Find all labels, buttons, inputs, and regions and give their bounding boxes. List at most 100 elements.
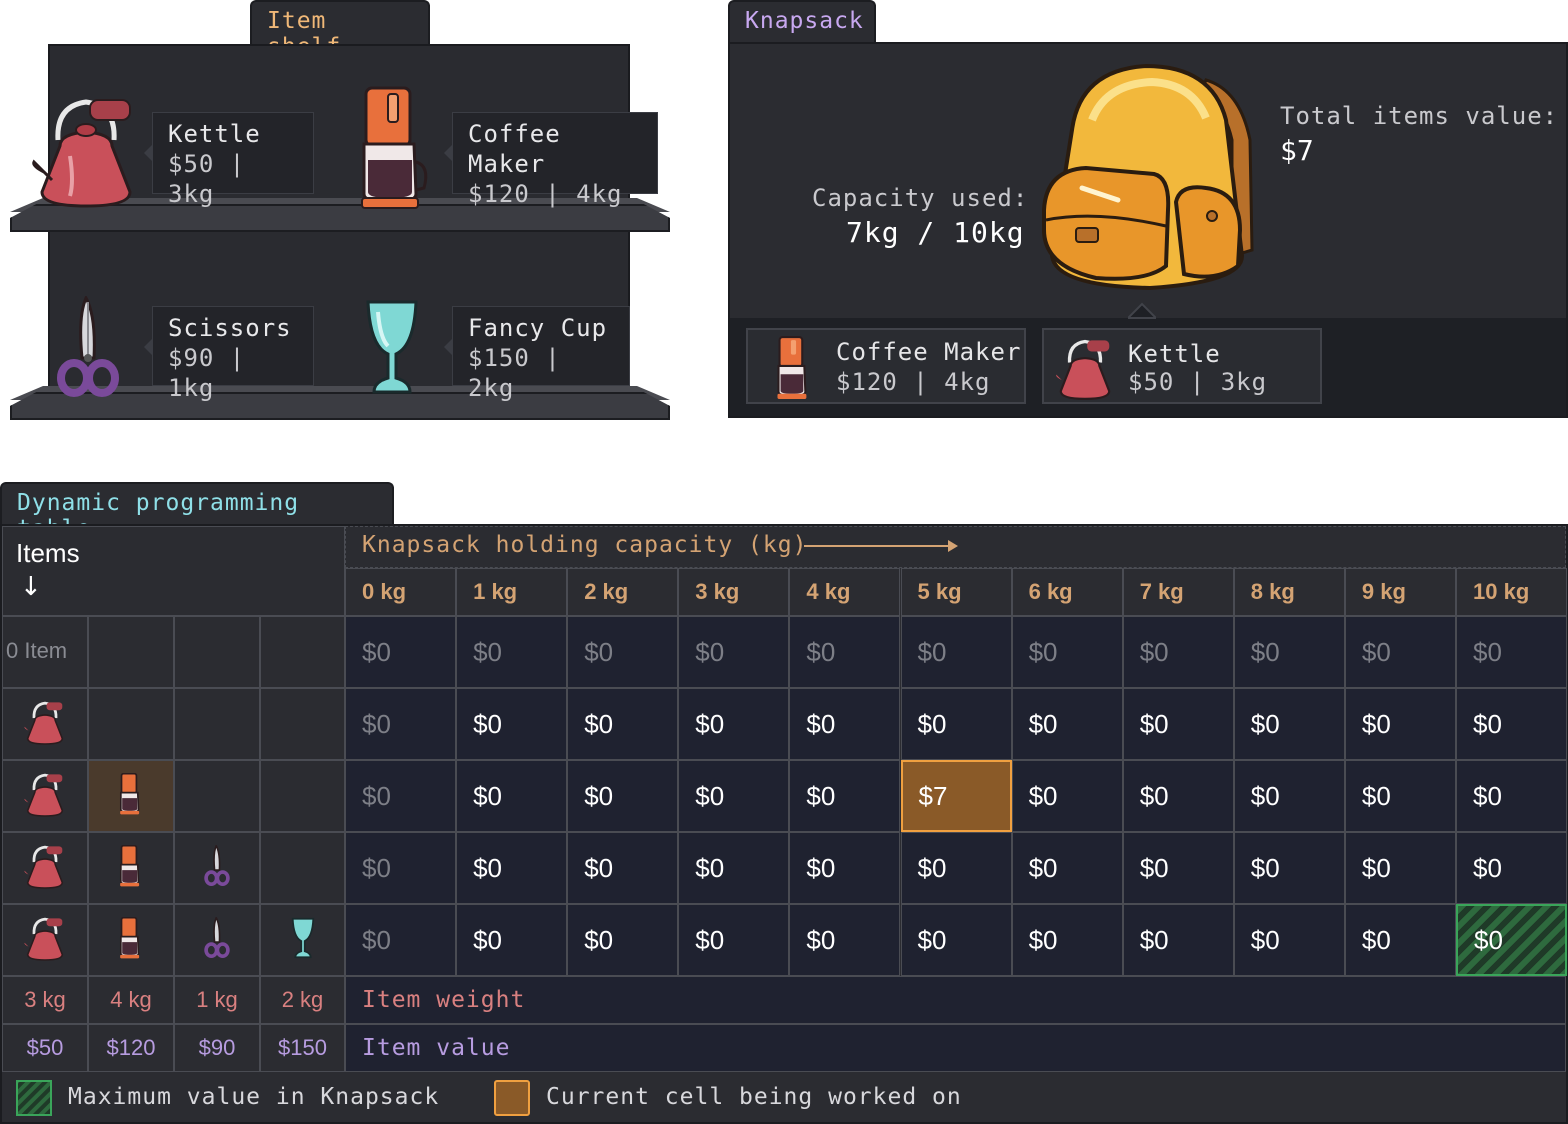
dp-cell[interactable]: $0 <box>900 688 1012 760</box>
dp-cell[interactable]: $0 <box>900 616 1012 688</box>
dp-cell[interactable]: $0 <box>789 616 901 688</box>
dp-cell[interactable]: $0 <box>900 832 1012 904</box>
shelf-item-fancy-cup[interactable]: Fancy Cup $150 | 2kg <box>444 306 630 402</box>
dp-cell[interactable]: $0 <box>1122 616 1234 688</box>
legend-current-label: Current cell being worked on <box>546 1084 962 1110</box>
dp-cell[interactable]: $0 <box>345 688 457 760</box>
dp-cell[interactable]: $0 <box>456 832 568 904</box>
dp-cell[interactable]: $0 <box>789 832 901 904</box>
dp-cell[interactable]: $0 <box>345 904 457 976</box>
item-cell-empty <box>260 616 345 688</box>
item-cell <box>2 688 88 760</box>
dp-cell[interactable]: $0 <box>456 904 568 976</box>
dp-cell[interactable]: $0 <box>1233 760 1345 832</box>
dp-cell[interactable]: $0 <box>1344 616 1456 688</box>
dp-cell[interactable]: $0 <box>1233 616 1345 688</box>
dp-cell[interactable]: $0 <box>1344 688 1456 760</box>
dp-cell[interactable]: $0 <box>567 832 679 904</box>
dp-cell[interactable]: $0 <box>789 760 901 832</box>
dp-cell[interactable]: $0 <box>345 616 457 688</box>
total-value-label: Total items value: <box>1280 102 1559 130</box>
dp-cell[interactable]: $0 <box>789 904 901 976</box>
knapsack-item-kettle[interactable]: Kettle $50 | 3kg <box>1042 328 1322 404</box>
item-cell <box>88 832 174 904</box>
shelf-item-name: Fancy Cup <box>468 314 608 342</box>
dp-cell-max[interactable]: $0 <box>1456 904 1568 976</box>
kettle-icon <box>1056 339 1111 400</box>
dp-cell[interactable]: $0 <box>678 616 790 688</box>
dp-cell[interactable]: $0 <box>1456 832 1568 904</box>
dp-cell[interactable]: $0 <box>567 904 679 976</box>
dp-cell[interactable]: $0 <box>456 616 568 688</box>
dp-cell[interactable]: $0 <box>1011 616 1123 688</box>
capacity-column-header: 10 kg <box>1456 568 1568 616</box>
dp-cell[interactable]: $0 <box>1233 688 1345 760</box>
dp-cell[interactable]: $0 <box>1011 760 1123 832</box>
dp-cell[interactable]: $0 <box>1122 904 1234 976</box>
dp-cell[interactable]: $0 <box>1233 904 1345 976</box>
dp-cell[interactable]: $0 <box>1456 616 1568 688</box>
dp-cell[interactable]: $0 <box>678 760 790 832</box>
dp-cell[interactable]: $0 <box>1344 904 1456 976</box>
dp-cell[interactable]: $0 <box>1456 760 1568 832</box>
item-cell <box>88 760 174 832</box>
shelf-item-name: Scissors <box>168 314 292 342</box>
fancy-cup-icon <box>291 917 315 963</box>
row0-label: 0 Item <box>6 638 68 663</box>
knapsack-item-detail: $50 | 3kg <box>1128 368 1267 396</box>
dp-cell[interactable]: $0 <box>1233 832 1345 904</box>
capacity-column-header: 7 kg <box>1122 568 1234 616</box>
dp-cell[interactable]: $0 <box>1456 688 1568 760</box>
dp-cell[interactable]: $0 <box>678 688 790 760</box>
dp-cell[interactable]: $0 <box>1344 832 1456 904</box>
dp-cell[interactable]: $0 <box>1122 832 1234 904</box>
dp-cell[interactable]: $0 <box>1122 760 1234 832</box>
dp-cell[interactable]: $0 <box>900 904 1012 976</box>
dp-cell[interactable]: $0 <box>567 760 679 832</box>
dp-cell[interactable]: $0 <box>567 616 679 688</box>
item-cell <box>174 904 260 976</box>
dp-cell[interactable]: $0 <box>678 904 790 976</box>
kettle-icon <box>23 699 67 749</box>
dp-cell[interactable]: $0 <box>345 760 457 832</box>
knapsack-item-coffee-maker[interactable]: Coffee Maker $120 | 4kg <box>746 328 1026 404</box>
item-cell <box>174 760 260 832</box>
dp-cell[interactable]: $0 <box>1011 832 1123 904</box>
scissors-icon <box>204 843 230 891</box>
shelf-tab[interactable]: Item shelf <box>250 0 430 60</box>
item-value-cell: $50 <box>2 1024 88 1072</box>
dp-cell[interactable]: $0 <box>1344 760 1456 832</box>
shelf-item-coffee-maker[interactable]: Coffee Maker $120 | 4kg <box>444 112 658 208</box>
dp-cell[interactable]: $0 <box>567 688 679 760</box>
knapsack-item-weight: 3kg <box>1220 368 1268 396</box>
shelf-item-scissors[interactable]: Scissors $90 | 1kg <box>144 306 314 402</box>
value-row-label: Item value <box>345 1024 1566 1072</box>
dp-cell[interactable]: $0 <box>678 832 790 904</box>
total-value: $7 <box>1280 134 1314 167</box>
knapsack-tab[interactable]: Knapsack <box>728 0 876 44</box>
item-cell <box>174 832 260 904</box>
dp-cell[interactable]: $0 <box>1011 904 1123 976</box>
dp-cell-current[interactable]: $7 <box>900 760 1012 832</box>
knapsack-item-detail: $120 | 4kg <box>836 368 991 396</box>
knapsack-item-price: $120 <box>836 368 898 396</box>
legend-max-label: Maximum value in Knapsack <box>68 1084 440 1110</box>
dp-cell[interactable]: $0 <box>1122 688 1234 760</box>
item-weight-cell: 4 kg <box>88 976 174 1024</box>
dp-tab[interactable]: Dynamic programming table <box>0 482 394 542</box>
shelf-item-kettle[interactable]: Kettle $50 | 3kg <box>144 112 314 208</box>
knapsack-item-price: $50 <box>1128 368 1175 396</box>
dp-cell[interactable]: $0 <box>345 832 457 904</box>
dp-cell[interactable]: $0 <box>789 688 901 760</box>
dp-cell[interactable]: $0 <box>1011 688 1123 760</box>
item-cell-empty <box>88 616 174 688</box>
item-cell <box>2 760 88 832</box>
dp-cell[interactable]: $0 <box>456 688 568 760</box>
coffee-maker-icon <box>118 916 144 963</box>
legend-max-swatch <box>16 1080 52 1116</box>
knapsack-item-sep: | <box>913 368 929 396</box>
item-value-cell: $120 <box>88 1024 174 1072</box>
dp-cell[interactable]: $0 <box>456 760 568 832</box>
shelf-item-detail: $90 | 1kg <box>168 344 246 402</box>
backpack-icon <box>1042 63 1254 291</box>
